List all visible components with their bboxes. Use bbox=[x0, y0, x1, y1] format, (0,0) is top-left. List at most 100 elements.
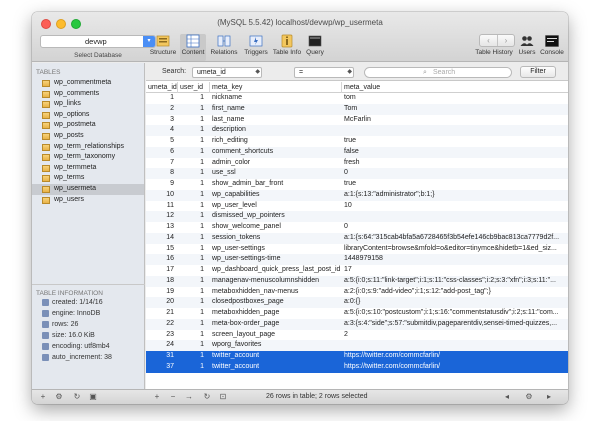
table-cell[interactable]: 8 bbox=[146, 168, 178, 179]
table-row[interactable]: 12 1 dismissed_wp_pointers bbox=[146, 211, 568, 222]
table-cell[interactable]: libraryContent=browse&mfold=o&editor=tin… bbox=[342, 244, 568, 255]
table-cell[interactable]: 12 bbox=[146, 211, 178, 222]
table-row[interactable]: 14 1 session_tokens a:1:{s:64:"315cab4bfa5a… bbox=[146, 232, 568, 244]
table-cell[interactable]: first_name bbox=[210, 104, 340, 115]
table-cell[interactable]: 2 bbox=[146, 104, 178, 115]
next-page-icon[interactable]: ▸ bbox=[544, 392, 554, 402]
table-cell[interactable]: dismissed_wp_pointers bbox=[210, 211, 340, 222]
column-header[interactable]: meta_key bbox=[210, 82, 342, 93]
table-cell[interactable]: wp_user_level bbox=[210, 201, 340, 212]
table-row[interactable]: 1 1 nickname tom bbox=[146, 93, 568, 104]
search-operator-select[interactable]: = ◆ bbox=[294, 67, 354, 78]
table-row[interactable]: 9 1 show_admin_bar_front true bbox=[146, 179, 568, 190]
table-row[interactable]: 5 1 rich_editing true bbox=[146, 136, 568, 147]
table-cell[interactable]: false bbox=[342, 147, 568, 158]
table-cell[interactable]: metaboxhidden_page bbox=[210, 308, 340, 319]
delete-row-icon[interactable]: − bbox=[168, 392, 178, 402]
table-row[interactable]: 18 1 managenav-menuscolumnshidden a:5:{i:0;… bbox=[146, 275, 568, 287]
sidebar-table-item[interactable]: wp_posts bbox=[32, 131, 144, 142]
query-tab[interactable]: Query bbox=[303, 34, 327, 61]
table-cell[interactable]: 7 bbox=[146, 158, 178, 169]
table-row[interactable]: 11 1 wp_user_level 10 bbox=[146, 201, 568, 212]
table-cell[interactable]: 20 bbox=[146, 297, 178, 308]
table-cell[interactable]: 17 bbox=[146, 265, 178, 276]
table-cell[interactable]: a:1:{s:64:"315cab4bfa5a6728465f3b54efe14… bbox=[342, 233, 568, 244]
sidebar-table-item[interactable]: wp_terms bbox=[32, 173, 144, 184]
sidebar-table-item[interactable]: wp_users bbox=[32, 195, 144, 206]
table-cell[interactable]: 1448979158 bbox=[342, 254, 568, 265]
table-cell[interactable]: 1 bbox=[178, 319, 208, 330]
sidebar-table-item[interactable]: wp_comments bbox=[32, 89, 144, 100]
table-cell[interactable]: 1 bbox=[178, 125, 208, 136]
table-cell[interactable]: 18 bbox=[146, 276, 178, 287]
table-cell[interactable]: a:1:{s:13:"administrator";b:1;} bbox=[342, 190, 568, 201]
table-row[interactable]: 23 1 screen_layout_page 2 bbox=[146, 330, 568, 341]
table-cell[interactable]: 1 bbox=[178, 211, 208, 222]
table-cell[interactable]: a:5:{i:0;s:10:"postcustom";i:1;s:16:"com… bbox=[342, 308, 568, 319]
table-cell[interactable]: 10 bbox=[342, 201, 568, 212]
table-cell[interactable]: 16 bbox=[146, 254, 178, 265]
table-cell[interactable]: 13 bbox=[146, 222, 178, 233]
triggers-tab[interactable]: Triggers bbox=[242, 34, 270, 61]
table-cell[interactable]: 21 bbox=[146, 308, 178, 319]
table-cell[interactable]: 10 bbox=[146, 190, 178, 201]
table-cell[interactable]: show_admin_bar_front bbox=[210, 179, 340, 190]
table-row[interactable]: 16 1 wp_user-settings-time 1448979158 bbox=[146, 254, 568, 265]
table-row[interactable]: 10 1 wp_capabilities a:1:{s:13:"administrat… bbox=[146, 189, 568, 201]
table-cell[interactable]: 0 bbox=[342, 222, 568, 233]
table-row[interactable]: 20 1 closedpostboxes_page a:0:{} bbox=[146, 297, 568, 308]
table-cell[interactable]: 5 bbox=[146, 136, 178, 147]
add-table-icon[interactable]: + bbox=[38, 392, 48, 402]
table-cell[interactable]: admin_color bbox=[210, 158, 340, 169]
table-cell[interactable]: 1 bbox=[178, 287, 208, 298]
table-row[interactable]: 13 1 show_welcome_panel 0 bbox=[146, 222, 568, 233]
table-cell[interactable]: 2 bbox=[342, 330, 568, 341]
table-cell[interactable]: 31 bbox=[146, 351, 178, 362]
column-header[interactable]: user_id bbox=[178, 82, 210, 93]
table-row[interactable]: 3 1 last_name McFarlin bbox=[146, 115, 568, 126]
structure-tab[interactable]: Structure bbox=[148, 34, 178, 61]
sidebar-table-item[interactable]: wp_links bbox=[32, 99, 144, 110]
table-cell[interactable]: 1 bbox=[178, 147, 208, 158]
table-cell[interactable]: 1 bbox=[178, 168, 208, 179]
table-cell[interactable]: 1 bbox=[178, 276, 208, 287]
table-cell[interactable]: 1 bbox=[178, 179, 208, 190]
column-header[interactable]: umeta_id bbox=[146, 82, 178, 93]
table-cell[interactable]: wp_dashboard_quick_press_last_post_id bbox=[210, 265, 340, 276]
table-cell[interactable]: 1 bbox=[178, 297, 208, 308]
table-cell[interactable]: 1 bbox=[178, 233, 208, 244]
forward-arrow-icon[interactable]: › bbox=[497, 35, 514, 46]
table-row[interactable]: 21 1 metaboxhidden_page a:5:{i:0;s:10:"post… bbox=[146, 308, 568, 319]
sidebar-table-item[interactable]: wp_postmeta bbox=[32, 120, 144, 131]
table-cell[interactable]: session_tokens bbox=[210, 233, 340, 244]
table-cell[interactable]: 1 bbox=[178, 104, 208, 115]
sidebar-table-item[interactable]: wp_termmeta bbox=[32, 163, 144, 174]
gear-icon[interactable]: ⚙ bbox=[52, 392, 66, 402]
filter-tables-icon[interactable]: ▣ bbox=[88, 392, 98, 402]
table-cell[interactable]: wporg_favorites bbox=[210, 340, 340, 351]
table-cell[interactable]: 1 bbox=[178, 136, 208, 147]
table-row[interactable]: 2 1 first_name Tom bbox=[146, 103, 568, 115]
table-cell[interactable]: use_ssl bbox=[210, 168, 340, 179]
sidebar-table-item[interactable]: wp_usermeta bbox=[32, 183, 144, 195]
table-cell[interactable]: 1 bbox=[146, 93, 178, 104]
table-cell[interactable]: twitter_account bbox=[210, 362, 340, 373]
table-row[interactable]: 4 1 description bbox=[146, 125, 568, 136]
refresh-icon[interactable]: ↻ bbox=[202, 392, 212, 402]
previous-page-icon[interactable]: ◂ bbox=[502, 392, 512, 402]
table-cell[interactable]: 1 bbox=[178, 330, 208, 341]
table-cell[interactable]: true bbox=[342, 136, 568, 147]
table-cell[interactable]: managenav-menuscolumnshidden bbox=[210, 276, 340, 287]
table-cell[interactable]: 1 bbox=[178, 265, 208, 276]
table-cell[interactable]: wp_user-settings-time bbox=[210, 254, 340, 265]
table-cell[interactable]: 1 bbox=[178, 362, 208, 373]
table-cell[interactable]: nickname bbox=[210, 93, 340, 104]
table-cell[interactable]: meta-box-order_page bbox=[210, 319, 340, 330]
table-row[interactable]: 22 1 meta-box-order_page a:3:{s:4:"side";s:… bbox=[146, 318, 568, 330]
table-info-tab[interactable]: Table Info bbox=[270, 34, 304, 61]
table-cell[interactable]: fresh bbox=[342, 158, 568, 169]
table-row[interactable]: 24 1 wporg_favorites bbox=[146, 340, 568, 351]
table-cell[interactable]: 9 bbox=[146, 179, 178, 190]
table-cell[interactable]: 1 bbox=[178, 254, 208, 265]
table-history-button[interactable]: Table History bbox=[472, 49, 516, 59]
